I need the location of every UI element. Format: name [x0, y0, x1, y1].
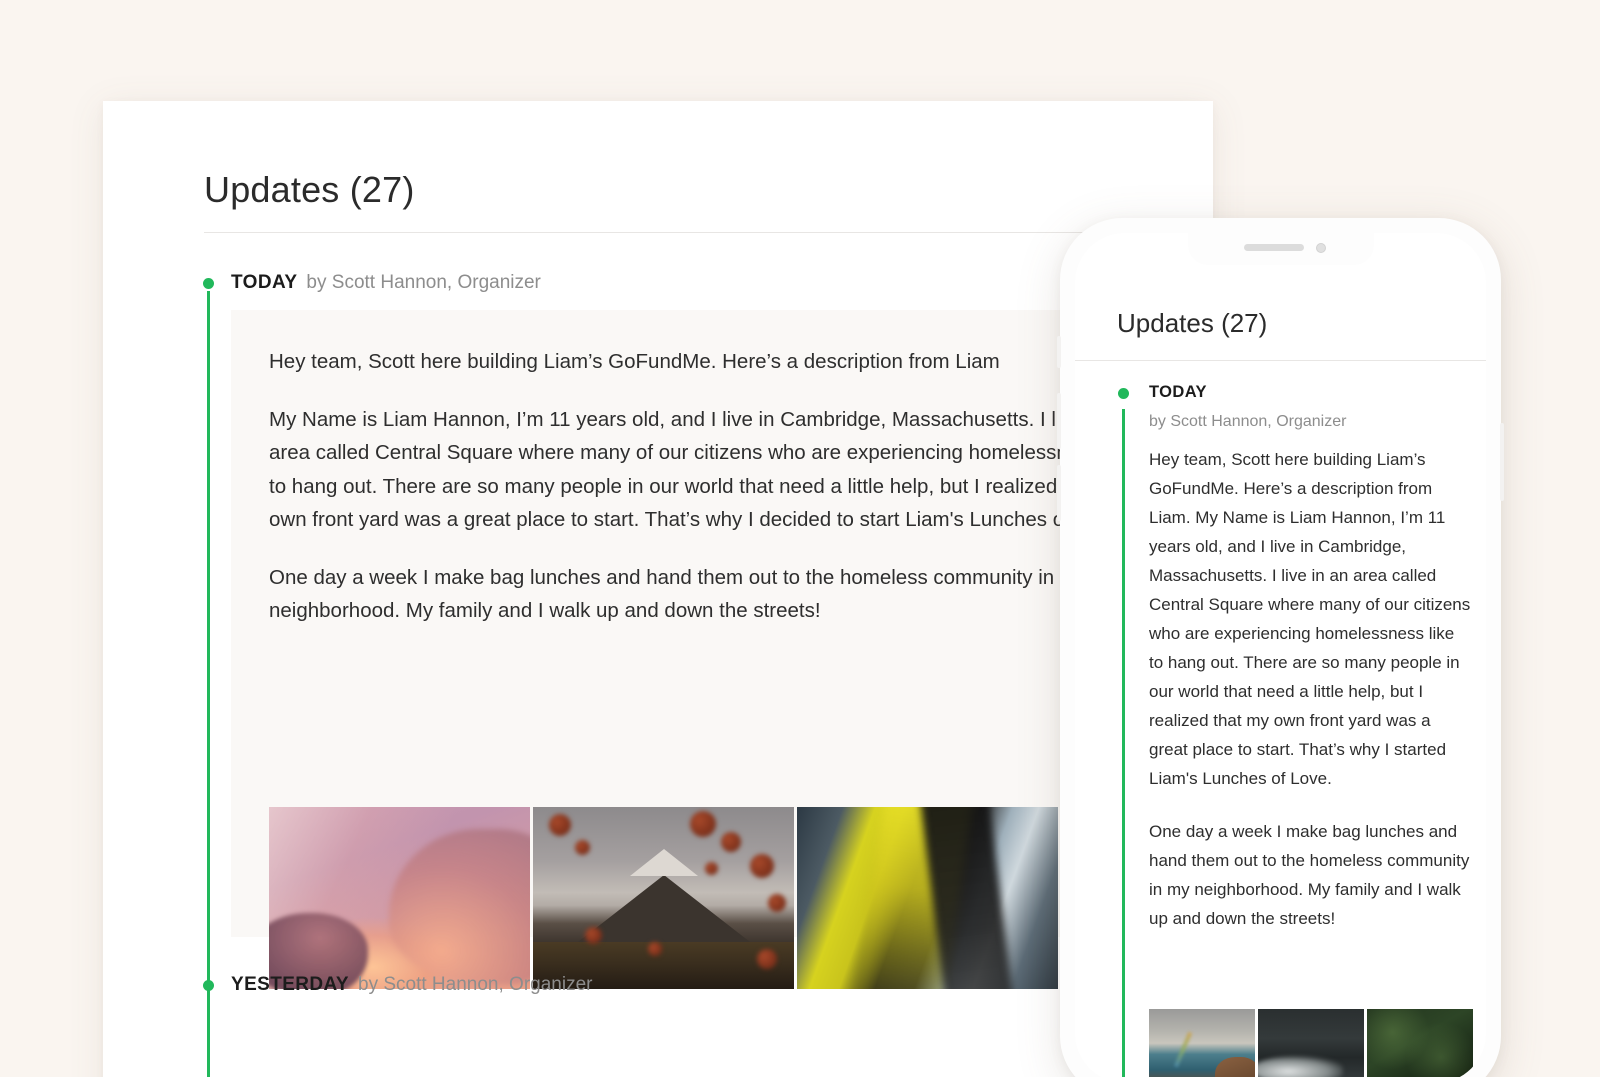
abstract-paint-photo[interactable]	[797, 807, 1058, 989]
desktop-card-inner: Updates (27) TODAY by Scott Hannon, Organ…	[103, 101, 1213, 1077]
bokeh-dot	[689, 810, 716, 837]
bokeh-dot	[548, 814, 571, 837]
earpiece-speaker-icon	[1243, 244, 1304, 251]
desktop-updates-card: Updates (27) TODAY by Scott Hannon, Organ…	[103, 101, 1213, 1077]
mobile-post-body: Hey team, Scott here building Liam’s GoF…	[1149, 445, 1471, 957]
timeline-dot-yesterday	[203, 980, 214, 991]
post-paragraph: Hey team, Scott here building Liam’s GoF…	[269, 350, 1000, 373]
dark-waves-photo[interactable]	[1258, 1009, 1364, 1077]
mobile-timeline-rail	[1122, 409, 1125, 1077]
green-forest-photo[interactable]	[1367, 1009, 1473, 1077]
entry-day-label-yesterday: YESTERDAY	[231, 974, 349, 995]
front-camera-icon	[1315, 243, 1326, 253]
entry-byline-today: by Scott Hannon, Organizer	[306, 272, 541, 293]
entry-day-label-today: TODAY	[231, 272, 298, 293]
timeline-dot-today	[203, 278, 214, 289]
phone-screen: Updates (27) TODAY by Scott Hannon, Orga…	[1075, 233, 1486, 1077]
mobile-page-title: Updates (27)	[1117, 308, 1268, 338]
mute-switch[interactable]	[1057, 336, 1061, 368]
mobile-photo-strip	[1149, 1009, 1473, 1077]
title-divider	[204, 232, 1213, 233]
bokeh-dot	[767, 894, 786, 913]
mobile-post-paragraph: One day a week I make bag lunches and ha…	[1149, 822, 1470, 928]
mobile-post-paragraph: Hey team, Scott here building Liam’s GoF…	[1149, 450, 1471, 788]
bokeh-dot	[705, 861, 719, 875]
post-paragraph: My Name is Liam Hannon, I’m 11 years old…	[269, 407, 1137, 532]
phone-notch	[1187, 233, 1374, 265]
mobile-timeline-dot	[1118, 388, 1129, 399]
rainbow-ocean-photo[interactable]	[1149, 1009, 1255, 1077]
mobile-entry-day-label: TODAY	[1149, 383, 1207, 401]
entry-header-today: TODAY by Scott Hannon, Organizer	[231, 272, 541, 294]
entry-header-yesterday: YESTERDAY by Scott Hannon, Organizer	[231, 974, 592, 996]
mountain-autumn-photo[interactable]	[533, 807, 794, 989]
bokeh-dot	[647, 941, 662, 956]
volume-up-button[interactable]	[1057, 393, 1061, 449]
phone-mockup: Updates (27) TODAY by Scott Hannon, Orga…	[1057, 218, 1504, 1077]
photo-strip-today	[269, 807, 1058, 989]
bokeh-dot	[720, 832, 741, 853]
power-button[interactable]	[1500, 423, 1504, 501]
mobile-title-divider	[1075, 360, 1486, 361]
mountain-snowcap-shape	[629, 849, 698, 877]
timeline-rail	[207, 291, 210, 1077]
mobile-entry-byline: by Scott Hannon, Organizer	[1149, 413, 1347, 430]
volume-down-button[interactable]	[1057, 465, 1061, 521]
bokeh-dot	[574, 839, 590, 855]
sunset-clouds-photo[interactable]	[269, 807, 530, 989]
post-paragraph: One day a week I make bag lunches and ha…	[269, 565, 1088, 623]
entry-byline-yesterday: by Scott Hannon, Organizer	[358, 974, 593, 995]
post-body-today: Hey team, Scott here building Liam’s GoF…	[269, 345, 1149, 628]
page-title: Updates (27)	[204, 169, 415, 210]
bokeh-dot	[749, 854, 774, 879]
